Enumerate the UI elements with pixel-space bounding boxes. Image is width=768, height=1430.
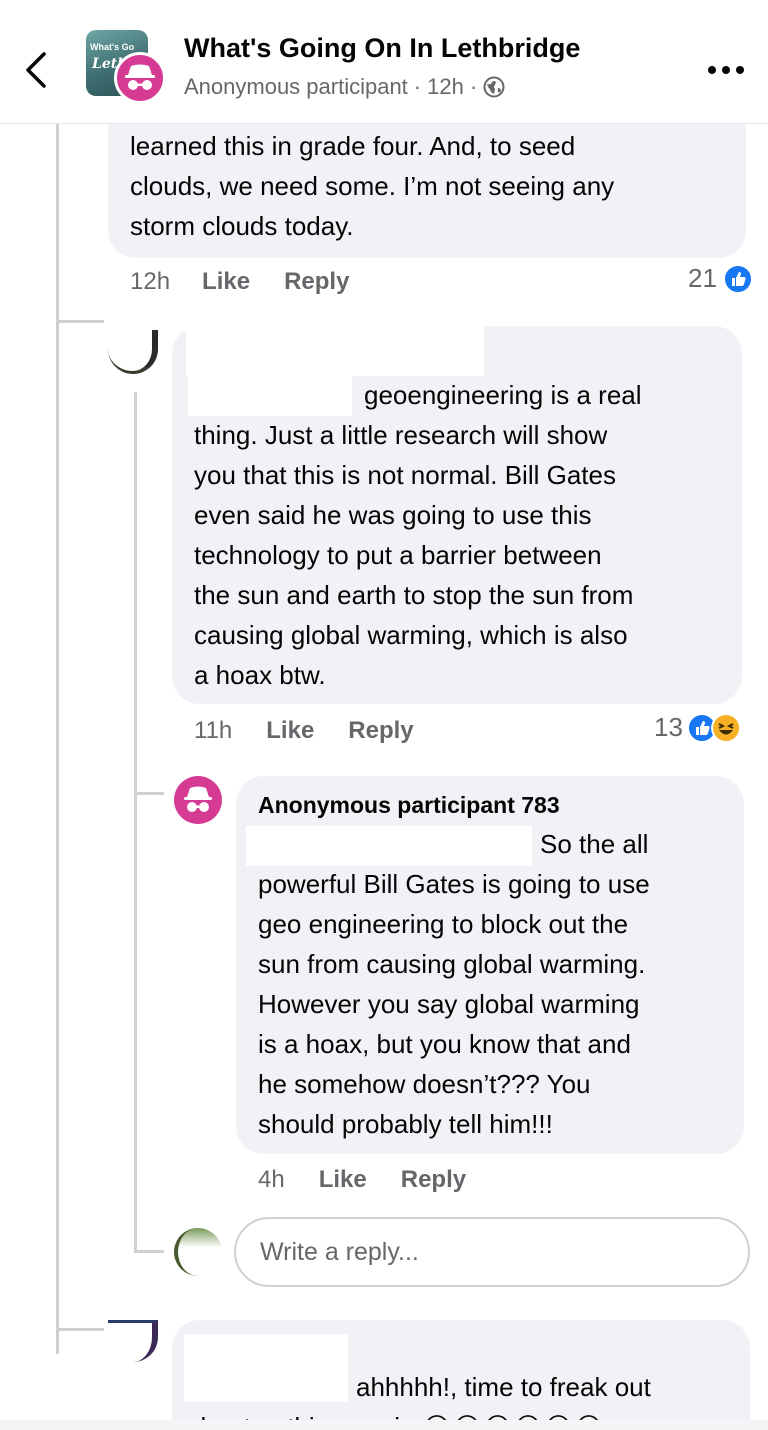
like-button[interactable]: Like bbox=[202, 268, 250, 296]
post-meta: Anonymous participant · 12h · bbox=[184, 74, 505, 100]
comment-actions: 12h Like Reply bbox=[130, 268, 349, 296]
redacted-name bbox=[186, 326, 484, 376]
like-button[interactable]: Like bbox=[319, 1166, 367, 1194]
reply-input-box[interactable] bbox=[234, 1217, 750, 1287]
thread-connector bbox=[56, 320, 104, 323]
incognito-icon bbox=[184, 786, 212, 812]
group-avatar[interactable]: What's Go Lethb bbox=[86, 30, 166, 104]
globe-icon bbox=[483, 76, 505, 98]
poster-name[interactable]: Anonymous participant bbox=[184, 74, 408, 100]
reply-button[interactable]: Reply bbox=[284, 268, 349, 296]
comment-text: learned this in grade four. And, to seed… bbox=[130, 131, 615, 241]
avatar[interactable] bbox=[108, 330, 158, 374]
thread-line-nested bbox=[134, 392, 137, 1252]
anonymous-badge bbox=[114, 52, 166, 104]
haha-reaction-icon bbox=[710, 712, 741, 743]
group-image-text: What's Go bbox=[90, 42, 135, 52]
thread-connector bbox=[134, 792, 164, 795]
comment-author[interactable]: Anonymous participant 783 bbox=[258, 792, 560, 819]
comment-time: 11h bbox=[194, 717, 233, 744]
comment-time: 12h bbox=[130, 268, 171, 295]
anonymous-avatar[interactable] bbox=[174, 776, 222, 824]
comment-time: 4h bbox=[258, 1166, 285, 1193]
reaction-summary[interactable]: 13 bbox=[654, 712, 741, 743]
like-button[interactable]: Like bbox=[266, 717, 314, 745]
group-name[interactable]: What's Going On In Lethbridge bbox=[184, 33, 580, 64]
like-reaction-icon bbox=[722, 263, 753, 294]
post-time: 12h bbox=[427, 74, 464, 99]
reply-input[interactable] bbox=[236, 1219, 748, 1285]
separator-dot: · bbox=[469, 74, 478, 99]
reply-button[interactable]: Reply bbox=[348, 717, 413, 745]
comment-actions: 11h Like Reply bbox=[194, 717, 414, 745]
reaction-count: 13 bbox=[654, 712, 683, 742]
more-options-icon[interactable] bbox=[704, 58, 748, 82]
bottom-edge bbox=[0, 1420, 768, 1430]
reaction-summary[interactable]: 21 bbox=[688, 263, 753, 294]
reply-button[interactable]: Reply bbox=[401, 1166, 466, 1194]
thread-line bbox=[56, 124, 59, 1354]
current-user-avatar bbox=[174, 1228, 222, 1276]
top-bar: What's Go Lethb What's Going On In Lethb… bbox=[0, 0, 768, 124]
comment-text: So the all powerful Bill Gates is going … bbox=[258, 829, 650, 1139]
comment-actions: 4h Like Reply bbox=[258, 1166, 466, 1194]
reaction-count: 21 bbox=[688, 263, 717, 293]
thread-connector bbox=[134, 1250, 164, 1253]
separator-dot: · bbox=[413, 74, 422, 99]
incognito-icon bbox=[125, 64, 155, 90]
comment-text: geoengineering is a real thing. Just a l… bbox=[194, 380, 642, 690]
back-arrow-icon[interactable] bbox=[22, 50, 52, 90]
avatar[interactable] bbox=[108, 1320, 158, 1362]
thread-connector bbox=[56, 1328, 104, 1331]
